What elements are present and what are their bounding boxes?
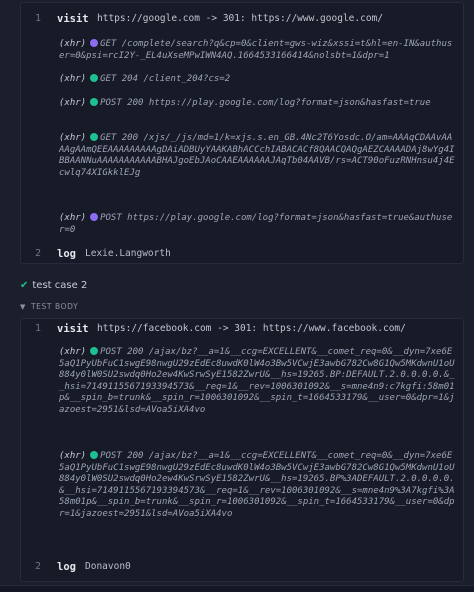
pending-status-icon bbox=[90, 213, 99, 221]
bottom-bar bbox=[0, 585, 474, 592]
command-name: visit bbox=[57, 323, 89, 335]
xhr-request[interactable]: (xhr) GET 204 /client_204?cs=2 bbox=[59, 74, 457, 86]
request-text: GET /complete/search?q&cp=0&client=gws-w… bbox=[59, 39, 453, 61]
success-status-icon bbox=[90, 133, 99, 141]
success-status-icon bbox=[90, 451, 99, 459]
check-icon: ✔ bbox=[20, 280, 29, 291]
step-number: 1 bbox=[34, 323, 42, 334]
xhr-label: (xhr) bbox=[59, 347, 87, 357]
test-case-title-text: test case 2 bbox=[32, 280, 88, 291]
command-name: visit bbox=[57, 13, 89, 25]
chevron-down-icon: ▼ bbox=[20, 303, 26, 311]
test-body-section-toggle[interactable]: ▼ TEST BODY bbox=[20, 302, 78, 311]
test-body-label: TEST BODY bbox=[30, 302, 79, 311]
step-number: 2 bbox=[34, 561, 42, 572]
success-status-icon bbox=[90, 347, 99, 355]
pending-status-icon bbox=[90, 39, 99, 47]
request-text: GET 204 /client_204?cs=2 bbox=[100, 74, 231, 84]
success-status-icon bbox=[90, 74, 99, 82]
xhr-request[interactable]: (xhr) POST https://play.google.com/log?fo… bbox=[59, 213, 457, 236]
request-text: POST 200 /ajax/bz?__a=1&__ccg=EXCELLENT&… bbox=[59, 347, 455, 415]
xhr-label: (xhr) bbox=[59, 451, 87, 461]
command-name: log bbox=[57, 561, 76, 573]
success-status-icon bbox=[90, 98, 99, 106]
visit-url: https://google.com -> 301: https://www.g… bbox=[97, 13, 383, 24]
request-text: POST 200 https://play.google.com/log?for… bbox=[100, 98, 431, 108]
request-text: GET 200 /xjs/_/js/md=1/k=xjs.s.en_GB.4Nc… bbox=[59, 133, 455, 178]
command-log-panel-2: 1 visit https://facebook.com -> 301: htt… bbox=[20, 318, 464, 582]
xhr-request[interactable]: (xhr) POST 200 https://play.google.com/lo… bbox=[59, 98, 457, 110]
test-case-title[interactable]: ✔ test case 2 bbox=[20, 280, 87, 291]
log-message: Lexie.Langworth bbox=[85, 248, 171, 259]
xhr-request[interactable]: (xhr) GET /complete/search?q&cp=0&client=… bbox=[59, 39, 457, 62]
xhr-label: (xhr) bbox=[59, 98, 87, 108]
step-number: 1 bbox=[34, 13, 42, 24]
xhr-label: (xhr) bbox=[59, 74, 87, 84]
log-message: Donavon0 bbox=[85, 561, 131, 572]
xhr-label: (xhr) bbox=[59, 133, 87, 143]
request-text: POST 200 /ajax/bz?__a=1&__ccg=EXCELLENT&… bbox=[59, 451, 455, 519]
xhr-request[interactable]: (xhr) GET 200 /xjs/_/js/md=1/k=xjs.s.en_G… bbox=[59, 133, 457, 179]
xhr-label: (xhr) bbox=[59, 39, 87, 49]
request-text: POST https://play.google.com/log?format=… bbox=[59, 213, 453, 235]
command-name: log bbox=[57, 248, 76, 260]
xhr-request[interactable]: (xhr) POST 200 /ajax/bz?__a=1&__ccg=EXCEL… bbox=[59, 347, 457, 416]
xhr-label: (xhr) bbox=[59, 213, 87, 223]
command-log-panel-1: 1 visit https://google.com -> 301: https… bbox=[20, 2, 464, 264]
xhr-request[interactable]: (xhr) POST 200 /ajax/bz?__a=1&__ccg=EXCEL… bbox=[59, 451, 457, 520]
visit-url: https://facebook.com -> 301: https://www… bbox=[97, 323, 406, 334]
step-number: 2 bbox=[34, 248, 42, 259]
